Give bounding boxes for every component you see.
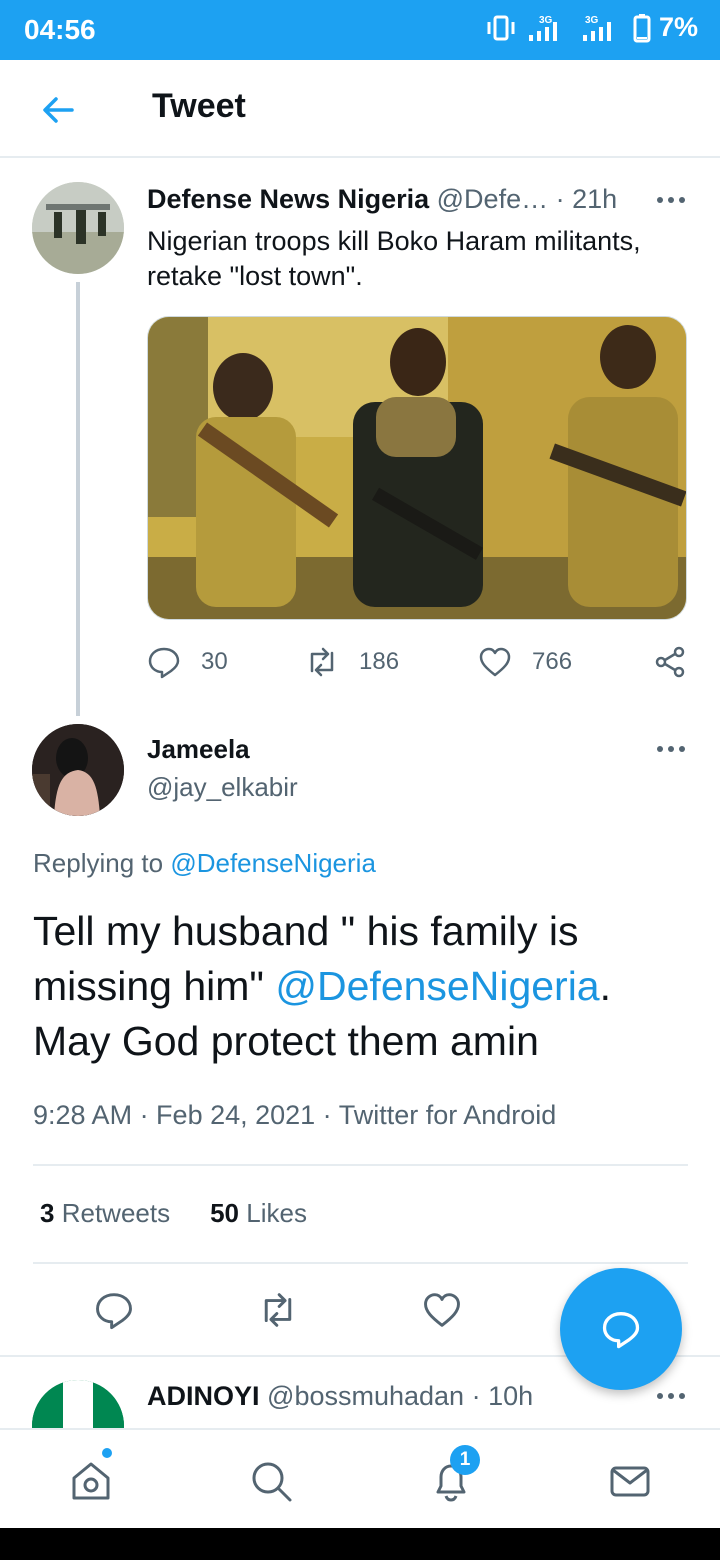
reply-count: 30 bbox=[201, 648, 228, 675]
compose-reply-button[interactable] bbox=[560, 1268, 682, 1390]
tweet-image[interactable] bbox=[147, 316, 687, 620]
author-handle[interactable]: @bossmuhadan bbox=[267, 1381, 464, 1411]
author-name[interactable]: Defense News Nigeria bbox=[147, 184, 429, 214]
like-action[interactable]: 766 bbox=[478, 640, 572, 684]
author-name[interactable]: Jameela bbox=[147, 734, 250, 765]
system-navigation-bar bbox=[0, 1528, 720, 1560]
share-action[interactable] bbox=[653, 640, 687, 684]
mention-link[interactable]: @DefenseNigeria bbox=[275, 963, 599, 1009]
likes-stat[interactable]: 50 Likes bbox=[210, 1198, 307, 1229]
tweet-header: Defense News Nigeria @Defe… · 21h bbox=[147, 184, 617, 215]
replying-label: Replying to bbox=[33, 848, 171, 878]
notification-badge: 1 bbox=[450, 1445, 480, 1475]
bottom-navigation: 1 bbox=[0, 1428, 720, 1528]
signal-3g-icon: 3G bbox=[582, 15, 611, 41]
heart-icon bbox=[479, 647, 511, 677]
vibrate-icon bbox=[487, 15, 515, 40]
reply-action[interactable]: 30 bbox=[147, 640, 228, 684]
signal-3g-icon: 3G bbox=[528, 15, 557, 41]
tweet-header: ADINOYI @bossmuhadan · 10h bbox=[147, 1381, 533, 1412]
mention-link[interactable]: @DefenseNigeria bbox=[170, 848, 376, 878]
retweets-stat[interactable]: 3 Retweets bbox=[40, 1198, 170, 1229]
replying-to: Replying to @DefenseNigeria bbox=[33, 848, 376, 879]
home-icon[interactable] bbox=[68, 1458, 114, 1504]
messages-envelope-icon[interactable] bbox=[607, 1458, 653, 1504]
engagement-stats: 3 Retweets 50 Likes bbox=[40, 1198, 307, 1229]
reply-icon bbox=[148, 647, 180, 679]
tweet-age: · 21h bbox=[555, 184, 618, 214]
retweet-icon bbox=[310, 647, 334, 677]
battery-percent: 7% bbox=[658, 12, 698, 42]
tweet-age: · 10h bbox=[471, 1381, 534, 1411]
new-content-dot bbox=[102, 1448, 112, 1458]
divider bbox=[33, 1164, 688, 1166]
avatar[interactable] bbox=[32, 182, 124, 274]
search-icon[interactable] bbox=[248, 1458, 294, 1504]
retweet-count: 186 bbox=[359, 648, 400, 675]
avatar[interactable] bbox=[32, 724, 124, 816]
likes-count: 50 bbox=[210, 1198, 240, 1228]
retweets-count: 3 bbox=[40, 1198, 55, 1228]
more-options-icon[interactable] bbox=[655, 744, 687, 754]
tweet-text: Tell my husband " his family is missing … bbox=[33, 904, 693, 1069]
share-icon bbox=[655, 646, 685, 678]
more-options-icon[interactable] bbox=[655, 195, 687, 205]
page-title: Tweet bbox=[152, 87, 246, 125]
status-time: 04:56 bbox=[24, 14, 96, 45]
author-name[interactable]: ADINOYI bbox=[147, 1381, 260, 1411]
reply-icon bbox=[602, 1312, 640, 1349]
svg-text:3G: 3G bbox=[585, 15, 599, 26]
status-bar: 04:56 3G 3G 7% bbox=[0, 0, 720, 60]
reply-icon[interactable] bbox=[94, 1290, 134, 1330]
retweet-icon[interactable] bbox=[258, 1290, 298, 1330]
author-handle[interactable]: @jay_elkabir bbox=[147, 772, 298, 803]
back-arrow-icon[interactable] bbox=[38, 90, 78, 130]
battery-icon bbox=[633, 13, 651, 42]
status-icons: 3G 3G 7% bbox=[485, 12, 698, 43]
like-count: 766 bbox=[532, 648, 573, 675]
top-bar: Tweet bbox=[0, 60, 720, 158]
svg-text:3G: 3G bbox=[539, 15, 553, 26]
thread-line bbox=[76, 282, 80, 716]
tweet-timestamp: 9:28 AM · Feb 24, 2021 · Twitter for And… bbox=[33, 1100, 557, 1130]
tweet-text: Nigerian troops kill Boko Haram militant… bbox=[147, 226, 641, 291]
retweets-label: Retweets bbox=[61, 1198, 171, 1228]
more-options-icon[interactable] bbox=[655, 1391, 687, 1401]
divider bbox=[33, 1262, 688, 1264]
likes-label: Likes bbox=[246, 1198, 307, 1228]
author-handle[interactable]: @Defe… bbox=[437, 184, 548, 214]
retweet-action[interactable]: 186 bbox=[305, 640, 399, 684]
heart-icon[interactable] bbox=[422, 1290, 462, 1330]
